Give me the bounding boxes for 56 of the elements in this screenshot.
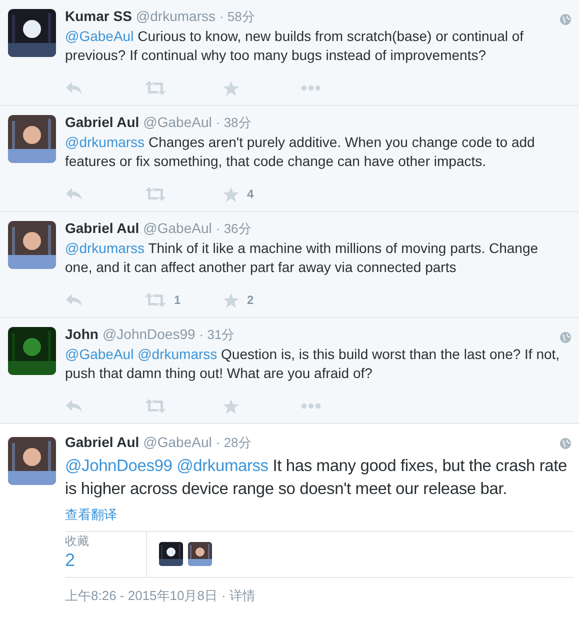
tweet-time[interactable]: · 28分 — [216, 433, 252, 452]
favorite-count: 4 — [247, 186, 254, 203]
star-icon[interactable] — [223, 292, 239, 308]
user-name[interactable]: Kumar SS — [65, 6, 132, 27]
retweet-icon[interactable] — [145, 399, 166, 413]
mention-link[interactable]: @JohnDoes99 — [65, 457, 172, 475]
tweet-time[interactable]: · 38分 — [216, 113, 252, 132]
user-handle[interactable]: @JohnDoes99 — [102, 324, 196, 345]
star-icon[interactable] — [223, 80, 239, 96]
reply-icon[interactable] — [65, 187, 83, 201]
retweet-icon[interactable] — [145, 81, 166, 95]
globe-icon[interactable] — [560, 438, 571, 449]
tweet-timestamp: 上午8:26 - 2015年10月8日 — [65, 586, 218, 604]
retweet-icon[interactable] — [145, 187, 166, 201]
more-icon[interactable] — [301, 85, 321, 91]
retweet-count: 1 — [174, 292, 181, 309]
reply-icon[interactable] — [65, 399, 83, 413]
user-handle[interactable]: @GabeAul — [143, 112, 212, 133]
mention-link[interactable]: @GabeAul — [65, 28, 134, 44]
favorites-count[interactable]: 2 — [65, 548, 146, 570]
tweet-text: @GabeAul Curious to know, new builds from scratch(base) or continual of previous? If continual why too many bugs instead of improvements? — [65, 27, 525, 65]
user-handle[interactable]: @GabeAul — [143, 218, 212, 239]
tweet-card[interactable]: Gabriel Aul @GabeAul · 38分 @drkumarss Changes aren't purely additive. When you change code to add features or fix something, that code change can have other impacts. 4 — [0, 106, 579, 212]
tweet-time[interactable]: · 31分 — [199, 325, 235, 344]
mention-link[interactable]: @drkumarss — [138, 346, 218, 362]
user-name[interactable]: Gabriel Aul — [65, 112, 140, 133]
globe-icon[interactable] — [560, 14, 571, 25]
mention-link[interactable]: @drkumarss — [176, 457, 268, 475]
tweet-text: @GabeAul @drkumarss Question is, is this build worst than the last one? If not, push that damn thing out! What are you afraid of? — [65, 345, 561, 383]
tweet-time[interactable]: · 58分 — [219, 7, 255, 26]
tweet-card[interactable]: Kumar SS @drkumarss · 58分 @GabeAul Curious to know, new builds from scratch(base) or continual of previous? If continual why too many bugs instead of improvements? — [0, 0, 579, 106]
favorite-count: 2 — [247, 292, 254, 309]
user-name[interactable]: John — [65, 324, 98, 345]
favorites-label: 收藏 — [65, 534, 90, 548]
user-handle[interactable]: @drkumarss — [136, 6, 216, 27]
details-link[interactable]: · 详情 — [221, 586, 256, 605]
reply-icon[interactable] — [65, 293, 83, 307]
tweet-text: @drkumarss Changes aren't purely additive. When you change code to add features or fix something, that code change can have other impacts. — [65, 133, 536, 171]
globe-icon[interactable] — [560, 332, 571, 343]
more-icon[interactable] — [301, 403, 321, 409]
tweet-time[interactable]: · 36分 — [216, 219, 252, 238]
star-icon[interactable] — [223, 186, 239, 202]
mention-link[interactable]: @drkumarss — [65, 240, 145, 256]
translate-link[interactable]: 查看翻译 — [65, 505, 573, 524]
reply-icon[interactable] — [65, 81, 83, 95]
user-handle[interactable]: @GabeAul — [143, 432, 212, 453]
tweet-card[interactable]: John @JohnDoes99 · 31分 @GabeAul @drkumarss Question is, is this build worst than the last one? If not, push that damn thing out! What are you afraid of? — [0, 318, 579, 424]
mention-link[interactable]: @GabeAul — [65, 346, 134, 362]
mention-link[interactable]: @drkumarss — [65, 134, 145, 150]
tweet-text: @drkumarss Think of it like a machine with millions of moving parts. Change one, and it can affect another part far away via connected parts — [65, 239, 540, 277]
tweet-card[interactable]: Gabriel Aul @GabeAul · 36分 @drkumarss Think of it like a machine with millions of moving parts. Change one, and it can affect another part far away via connected parts 1 2 — [0, 212, 579, 318]
retweet-icon[interactable] — [145, 293, 166, 307]
user-name[interactable]: Gabriel Aul — [65, 432, 140, 453]
star-icon[interactable] — [223, 398, 239, 414]
tweet-text: @JohnDoes99 @drkumarss It has many good fixes, but the crash rate is higher across device range so doesn't meet our release bar. — [65, 456, 568, 500]
user-name[interactable]: Gabriel Aul — [65, 218, 140, 239]
